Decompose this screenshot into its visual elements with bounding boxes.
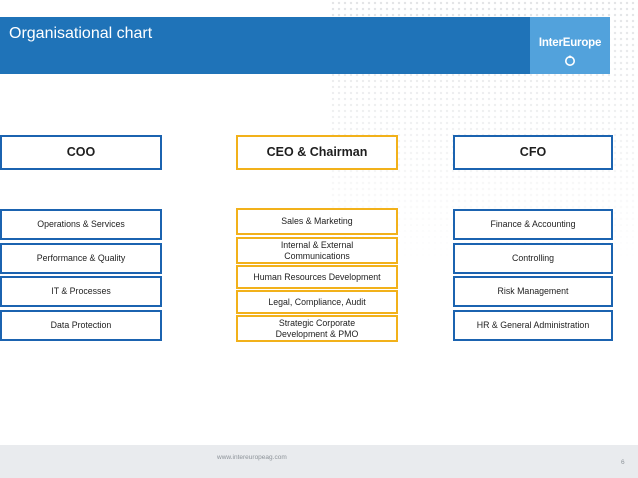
logo-text: InterEurope <box>538 37 602 49</box>
page-number: 6 <box>621 459 625 466</box>
cfo-item-box: Risk Management <box>453 276 613 307</box>
cfo-item-box: Controlling <box>453 243 613 274</box>
cfo-head-box: CFO <box>453 135 613 170</box>
cfo-item-label: Controlling <box>511 253 555 263</box>
ceo-item-label: Sales & Marketing <box>281 216 353 226</box>
ceo-item-box: Human Resources Development <box>236 265 398 289</box>
ceo-item-label: Internal & External Communications <box>280 239 354 261</box>
cfo-item-label: HR & General Administration <box>476 320 590 330</box>
coo-item-label: Performance & Quality <box>36 253 126 263</box>
ceo-item-box: Internal & External Communications <box>236 237 398 264</box>
cfo-item-label: Finance & Accounting <box>490 219 576 229</box>
ceo-item-label: Legal, Compliance, Audit <box>268 296 366 307</box>
coo-item-label: Operations & Services <box>37 219 125 229</box>
ceo-head-label: CEO & Chairman <box>266 144 368 159</box>
footer-band <box>0 445 638 478</box>
coo-item-box: Performance & Quality <box>0 243 162 274</box>
cfo-item-label: Risk Management <box>497 286 569 296</box>
ceo-item-box: Sales & Marketing <box>236 208 398 235</box>
coo-head-label: COO <box>66 144 96 159</box>
cfo-head-label: CFO <box>519 144 547 159</box>
slide: Organisational chart InterEurope COO Ope… <box>0 0 638 478</box>
ceo-item-label: Strategic Corporate Development & PMO <box>275 317 359 339</box>
coo-item-label: IT & Processes <box>51 286 111 296</box>
coo-head-box: COO <box>0 135 162 170</box>
logo-ring-icon <box>565 55 575 66</box>
footer-url: www.intereuropeag.com <box>217 454 287 461</box>
page-title: Organisational chart <box>9 25 153 42</box>
header-bar: Organisational chart <box>0 17 610 74</box>
coo-item-box: Data Protection <box>0 310 162 341</box>
ceo-item-box: Legal, Compliance, Audit <box>236 290 398 314</box>
ceo-head-box: CEO & Chairman <box>236 135 398 170</box>
coo-item-box: Operations & Services <box>0 209 162 240</box>
ceo-item-label: Human Resources Development <box>253 271 381 282</box>
cfo-item-box: HR & General Administration <box>453 310 613 341</box>
ceo-item-box: Strategic Corporate Development & PMO <box>236 315 398 342</box>
coo-item-label: Data Protection <box>50 320 112 330</box>
cfo-item-box: Finance & Accounting <box>453 209 613 240</box>
coo-item-box: IT & Processes <box>0 276 162 307</box>
intereurope-logo: InterEurope <box>530 17 610 74</box>
